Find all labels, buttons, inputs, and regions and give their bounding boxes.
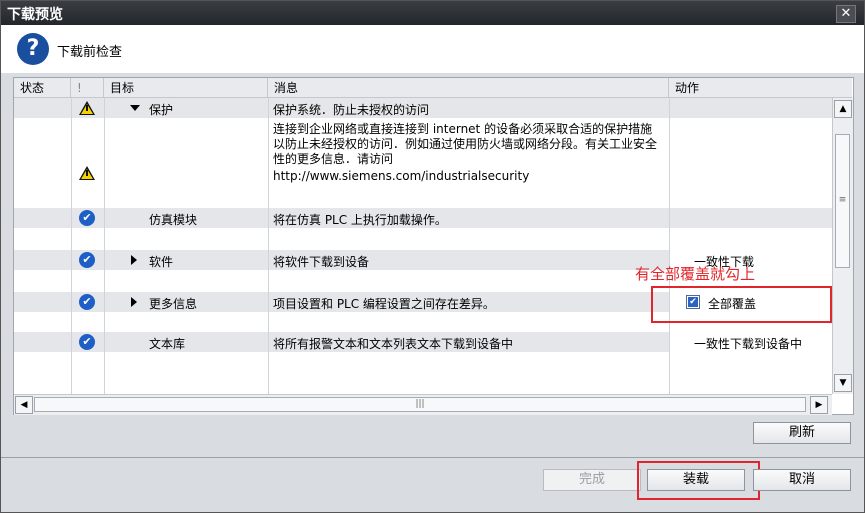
annotation-text: 有全部覆盖就勾上	[635, 265, 756, 283]
column-divider	[268, 98, 269, 394]
window-title: 下载预览	[7, 7, 63, 23]
row-message: 将在仿真 PLC 上执行加载操作。	[273, 213, 447, 227]
column-header-target[interactable]: 目标	[104, 78, 268, 98]
row-message: 将所有报警文本和文本列表文本下载到设备中	[273, 337, 514, 351]
check-circle-icon: ✔	[79, 294, 95, 310]
expand-arrow-icon[interactable]	[131, 255, 137, 265]
vertical-scrollbar[interactable]: ▲ ≡ ▼	[832, 98, 853, 394]
check-circle-icon: ✔	[79, 252, 95, 268]
header-text: 下载前检查	[57, 45, 123, 60]
row-target: 仿真模块	[149, 213, 198, 227]
check-circle-icon: ✔	[79, 334, 95, 350]
expand-arrow-icon[interactable]	[130, 105, 140, 111]
vertical-scroll-thumb[interactable]: ≡	[835, 134, 850, 268]
highlight-box	[637, 461, 760, 500]
action-value: 一致性下载到设备中	[694, 337, 803, 351]
row-target: 软件	[149, 255, 174, 269]
column-header-message[interactable]: 消息	[268, 78, 669, 98]
cancel-button[interactable]: 取消	[753, 469, 851, 491]
close-button[interactable]: ✕	[836, 5, 856, 23]
grid-body: 保护 保护系统．防止未授权的访问 连接到企业网络或直接连接到 internet …	[14, 98, 832, 394]
title-bar: 下载预览 ✕	[1, 1, 864, 25]
row-message: 保护系统．防止未授权的访问	[273, 103, 430, 117]
highlight-box	[651, 286, 832, 323]
row-message: 项目设置和 PLC 编程设置之间存在差异。	[273, 297, 495, 311]
check-circle-icon: ✔	[79, 210, 95, 226]
scroll-right-button[interactable]: ▶	[810, 396, 828, 414]
finish-button[interactable]: 完成	[543, 469, 641, 491]
scroll-left-button[interactable]: ◀	[15, 396, 33, 414]
column-header-flag[interactable]: !	[71, 78, 104, 98]
row-message: 将软件下载到设备	[273, 255, 370, 269]
dialog-header: ? 下载前检查	[1, 25, 864, 73]
download-preview-dialog: 下载预览 ✕ ? 下载前检查 状态 ! 目标 消息 动作 保护 保护系统．防止未…	[0, 0, 865, 513]
scroll-down-button[interactable]: ▼	[834, 374, 852, 392]
column-divider	[104, 98, 105, 394]
footer-divider	[1, 457, 864, 458]
row-target: 文本库	[149, 337, 186, 351]
row-target: 保护	[149, 103, 174, 117]
column-header-action[interactable]: 动作	[669, 78, 852, 98]
action-cell[interactable]: 一致性下载到设备中	[670, 332, 832, 352]
column-divider	[71, 98, 72, 394]
expand-arrow-icon[interactable]	[131, 297, 137, 307]
warning-icon	[79, 101, 95, 115]
horizontal-scrollbar[interactable]: ◀ ||| ▶	[14, 394, 832, 415]
row-target: 更多信息	[149, 297, 198, 311]
column-header-status[interactable]: 状态	[14, 78, 71, 98]
question-icon: ?	[17, 33, 49, 65]
warning-icon	[79, 166, 95, 180]
horizontal-scroll-thumb[interactable]: |||	[34, 397, 806, 412]
refresh-button[interactable]: 刷新	[753, 422, 851, 444]
check-grid: 状态 ! 目标 消息 动作 保护 保护系统．防止未授权的访问 连接到企业网络或直…	[13, 77, 854, 415]
security-url-link[interactable]: http://www.siemens.com/industrialsecurit…	[273, 169, 529, 183]
row-message: 连接到企业网络或直接连接到 internet 的设备必须采取合适的保护措施以防止…	[273, 122, 658, 166]
scroll-up-button[interactable]: ▲	[834, 100, 852, 118]
